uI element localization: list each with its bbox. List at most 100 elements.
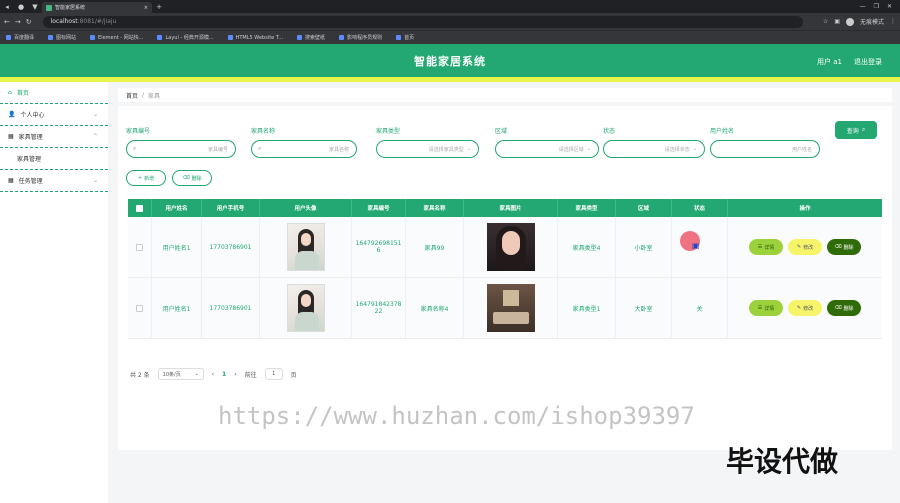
chevron-down-icon: ⌄ [586, 146, 591, 152]
chevron-down-icon: ⌄ [92, 111, 98, 118]
close-window-icon[interactable]: ✕ [887, 3, 892, 10]
active-tab[interactable]: 智能家居系统 × [42, 2, 152, 13]
forward-icon[interactable]: → [15, 18, 21, 26]
new-tab-icon[interactable]: + [152, 0, 166, 13]
cell-username: 用户姓名1 [152, 217, 202, 277]
bookmark-icon [90, 35, 96, 40]
delete-button[interactable]: ⌫ 删除 [827, 300, 861, 316]
type-select[interactable]: 请选择家具类型 ⌄ [376, 140, 479, 158]
prev-page-icon[interactable]: ‹ [212, 371, 214, 378]
edit-icon: ✎ [796, 244, 802, 250]
furniture-image [486, 284, 535, 332]
goto-page-input[interactable]: 1 [264, 368, 283, 380]
star-icon[interactable]: ☆ [823, 18, 828, 25]
detail-icon: ☰ [757, 305, 763, 311]
bookmark-item[interactable]: 图标网站 [48, 34, 76, 41]
profile-label[interactable]: 无痕模式 [860, 17, 884, 26]
area-label: 区域 [495, 128, 508, 135]
search-button[interactable]: 查询 ⌕ [835, 121, 877, 139]
bookmark-icon [339, 35, 345, 40]
bookmark-item[interactable]: 影响程序员规则 [339, 34, 382, 41]
url-host: localhost [50, 18, 78, 25]
watermark-text: 毕设代做 [726, 445, 839, 478]
minimize-icon[interactable]: — [860, 3, 866, 10]
app-header: 智能家居系统 用户 a1 退出登录 [0, 44, 900, 77]
bookmark-item[interactable]: 百度翻译 [6, 34, 34, 41]
cell-image [464, 278, 558, 338]
close-tab-icon[interactable]: × [144, 5, 148, 11]
extension-icon[interactable]: ▣ [834, 18, 840, 25]
logout-link[interactable]: 退出登录 [854, 57, 882, 67]
column-header: 操作 [799, 206, 811, 212]
content-panel: 家具编号 ⌕ 家具编号 家具名称 ⌕ 家具名称 家具类型 请选择家具类型 ⌄ 区… [118, 106, 892, 450]
status-select[interactable]: 请选择状态 ⌄ [603, 140, 705, 158]
select-all-checkbox[interactable] [136, 204, 143, 212]
grid-icon: ▦ [8, 133, 14, 140]
github-tab-icon[interactable]: ● [14, 0, 28, 13]
tab-menu-icon[interactable]: ◂ [0, 0, 14, 13]
next-page-icon[interactable]: › [234, 371, 236, 378]
name-input[interactable]: ⌕ 家具名称 [251, 140, 357, 158]
cell-avatar [260, 278, 352, 338]
cell-area: 大卧室 [616, 278, 672, 338]
username-input[interactable]: 用户姓名 [710, 140, 820, 158]
column-header: 家具编号 [352, 199, 406, 217]
row-checkbox[interactable] [136, 304, 143, 312]
vue-icon [46, 4, 52, 11]
restore-icon[interactable]: ❐ [874, 3, 879, 10]
bookmarks-bar: 百度翻译 图标网站 Element - 网站快... Layui - 经典开源模… [0, 30, 900, 44]
sidebar-item-profile[interactable]: 👤 个人中心 ⌄ [0, 104, 108, 126]
edit-button[interactable]: ✎ 修改 [788, 239, 822, 255]
page-size-select[interactable]: 10条/页 ⌄ [157, 368, 204, 380]
page-number[interactable]: 1 [222, 371, 226, 378]
status-label: 状态 [603, 128, 616, 135]
sidebar-item-furniture[interactable]: ▦ 家具管理 ⌃ [0, 126, 108, 148]
code-input[interactable]: ⌕ 家具编号 [126, 140, 236, 158]
sidebar-item-tasks[interactable]: ▦ 任务管理 ⌄ [0, 170, 108, 192]
bookmark-icon [6, 35, 11, 40]
breadcrumb-home[interactable]: 首页 [126, 91, 138, 100]
bookmark-item[interactable]: HTML5 Website T... [227, 35, 283, 41]
bookmark-icon [297, 35, 303, 40]
reload-icon[interactable]: ↻ [26, 18, 32, 26]
code-label: 家具编号 [126, 128, 151, 135]
bookmark-item[interactable]: 首页 [396, 34, 414, 41]
cell-area: 小卧室 [616, 217, 672, 277]
profile-avatar-icon[interactable] [845, 17, 854, 26]
bookmark-item[interactable]: Layui - 经典开源模... [157, 34, 214, 41]
area-select[interactable]: 请选择区域 ⌄ [495, 140, 599, 158]
bookmark-icon [48, 35, 54, 40]
cell-name: 家具名称4 [406, 278, 464, 338]
back-icon[interactable]: ← [4, 18, 10, 26]
column-header: 家具图片 [464, 199, 558, 217]
furniture-image [486, 223, 535, 271]
furniture-table: 用户姓名 用户手机号 用户头像 家具编号 家具名称 家具图片 家具类型 区域 状… [128, 199, 882, 339]
more-icon[interactable]: ⋮ [890, 18, 896, 25]
sidebar-item-home[interactable]: ⌂ 首页 [0, 82, 108, 104]
table-row: 用户姓名1 17703786901 164791842378 22 家具名称4 … [128, 278, 882, 339]
cell-name: 家具99 [406, 217, 464, 277]
name-label: 家具名称 [251, 128, 276, 135]
bulk-delete-button[interactable]: ⌫ 删除 [172, 170, 212, 186]
cell-status: ▣ [672, 217, 728, 277]
add-button[interactable]: + 新增 [126, 170, 166, 186]
current-user: 用户 a1 [817, 58, 842, 66]
delete-button[interactable]: ⌫ 删除 [827, 239, 861, 255]
vue-tab-icon[interactable]: ▼ [28, 0, 42, 13]
bookmark-item[interactable]: 搜索壁纸 [297, 34, 325, 41]
cell-phone: 17703786901 [202, 278, 260, 338]
browser-nav-bar: ← → ↻ localhost:8081/#/jiaju ☆ ▣ 无痕模式 ⋮ [0, 13, 900, 30]
bookmark-item[interactable]: Element - 网站快... [90, 34, 143, 41]
cell-type: 家具类型4 [558, 217, 616, 277]
bookmark-icon [396, 35, 402, 40]
cell-username: 用户姓名1 [152, 278, 202, 338]
address-bar[interactable]: localhost:8081/#/jiaju [42, 15, 803, 28]
row-checkbox[interactable] [136, 243, 143, 251]
type-label: 家具类型 [376, 128, 401, 135]
browser-tab-bar: ◂ ● ▼ 智能家居系统 × + — ❐ ✕ [0, 0, 900, 13]
user-icon: 👤 [8, 111, 16, 118]
sidebar-subitem-furniture[interactable]: 家具管理 [0, 148, 108, 170]
detail-button[interactable]: ☰ 详情 [749, 239, 783, 255]
edit-button[interactable]: ✎ 修改 [788, 300, 822, 316]
detail-button[interactable]: ☰ 详情 [749, 300, 783, 316]
